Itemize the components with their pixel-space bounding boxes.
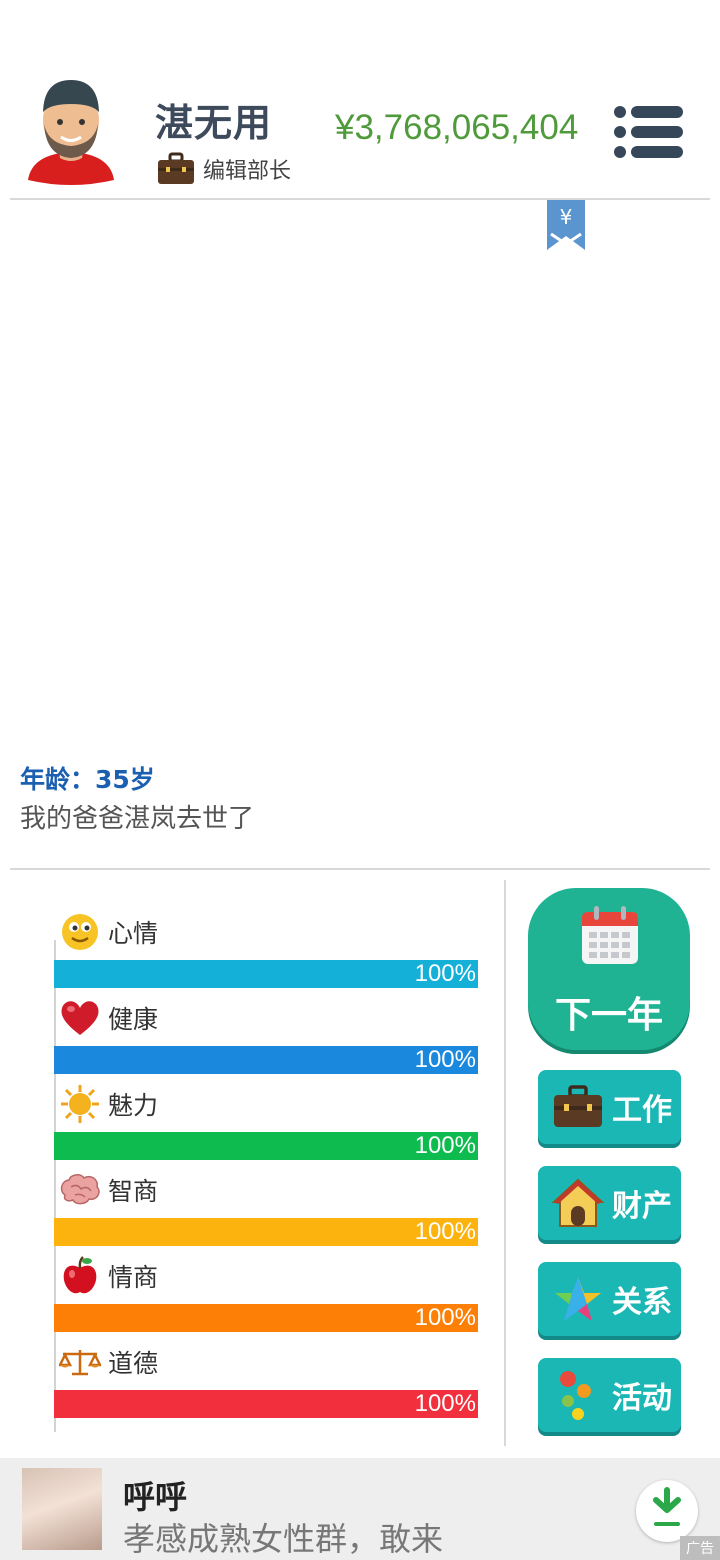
event-text: 我的爸爸湛岚去世了 [20, 804, 255, 834]
stat-health: 健康 100% [54, 998, 478, 1074]
bookmark-symbol: ¥ [560, 205, 573, 229]
smiley-icon [58, 912, 102, 952]
stat-name: 魅力 [108, 1091, 159, 1120]
work-label: 工作 [612, 1093, 672, 1128]
ad-tag: 广告 [680, 1536, 720, 1560]
ad-thumbnail [22, 1468, 102, 1550]
activities-button[interactable]: 活动 [538, 1358, 681, 1432]
stat-mood: 心情 100% [54, 912, 478, 988]
stat-name: 道德 [108, 1349, 159, 1378]
stat-bar: 100% [54, 1218, 478, 1246]
star-icon [550, 1271, 606, 1327]
player-name: 湛无用 [155, 101, 273, 145]
stat-charm: 魅力 100% [54, 1084, 478, 1160]
relations-label: 关系 [612, 1285, 672, 1320]
activity-dots-icon [550, 1367, 606, 1423]
stat-bar: 100% [54, 1390, 478, 1418]
apple-icon [58, 1256, 102, 1296]
stat-iq: 智商 100% [54, 1170, 478, 1246]
work-button[interactable]: 工作 [538, 1070, 681, 1144]
stat-bar: 100% [54, 1132, 478, 1160]
relations-button[interactable]: 关系 [538, 1262, 681, 1336]
stat-name: 健康 [108, 1005, 159, 1034]
assets-label: 财产 [612, 1189, 672, 1224]
bookmark-icon: ¥ [547, 200, 585, 250]
avatar-icon [28, 80, 114, 185]
ad-banner[interactable]: 呼呼 孝感成熟女性群，敢来 广告 [0, 1458, 720, 1560]
money-bookmark-button[interactable]: ¥ [547, 200, 585, 252]
stat-bar: 100% [54, 1046, 478, 1074]
house-icon [550, 1175, 606, 1231]
next-year-button[interactable]: 下一年 [528, 888, 690, 1050]
calendar-icon [582, 906, 638, 964]
ad-title: 呼呼 [123, 1478, 188, 1516]
ad-description: 孝感成熟女性群，敢来 [123, 1520, 444, 1558]
job-row: 编辑部长 [157, 152, 291, 186]
stat-name: 情商 [108, 1263, 159, 1292]
activities-label: 活动 [612, 1381, 672, 1416]
stat-eq: 情商 100% [54, 1256, 478, 1332]
download-icon [653, 1487, 681, 1526]
age-text: 年龄：35岁 [20, 765, 155, 794]
stats-panel-divider [504, 880, 506, 1446]
player-avatar[interactable] [22, 74, 120, 186]
brain-icon [58, 1170, 102, 1210]
stat-percent: 100% [414, 960, 476, 987]
briefcase-icon [550, 1079, 606, 1135]
stat-morality: 道德 100% [54, 1342, 478, 1418]
stat-percent: 100% [414, 1132, 476, 1159]
stat-percent: 100% [414, 1390, 476, 1417]
stat-percent: 100% [414, 1218, 476, 1245]
stat-name: 智商 [108, 1177, 159, 1206]
heart-icon [58, 998, 102, 1038]
ad-download-button[interactable] [636, 1480, 698, 1542]
sun-icon [58, 1084, 102, 1124]
log-divider [10, 868, 710, 870]
menu-icon [614, 106, 683, 158]
assets-button[interactable]: 财产 [538, 1166, 681, 1240]
header-divider [10, 198, 710, 200]
briefcase-icon [157, 152, 195, 186]
job-title: 编辑部长 [203, 159, 292, 184]
money-balance: ¥3,768,065,404 [335, 108, 579, 147]
stat-name: 心情 [108, 919, 159, 948]
scales-icon [58, 1342, 102, 1382]
stat-bar: 100% [54, 1304, 478, 1332]
stat-bar: 100% [54, 960, 478, 988]
menu-button[interactable] [613, 104, 685, 160]
stat-percent: 100% [414, 1304, 476, 1331]
next-year-label: 下一年 [554, 995, 663, 1036]
stat-percent: 100% [414, 1046, 476, 1073]
